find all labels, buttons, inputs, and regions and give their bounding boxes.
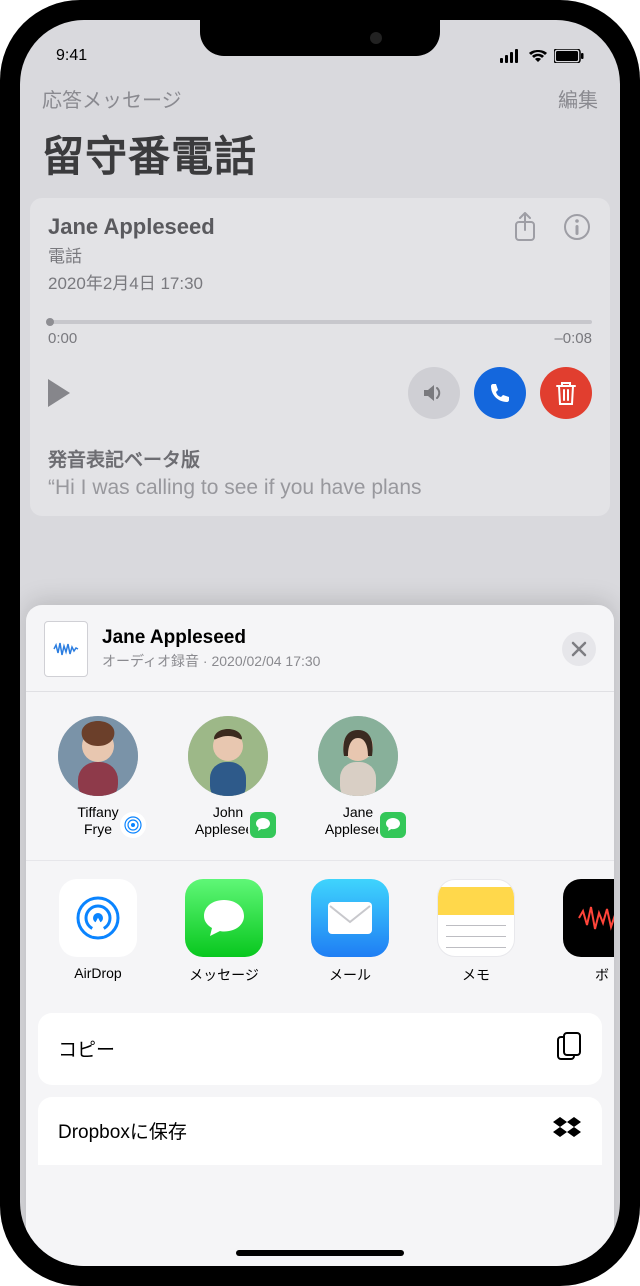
messages-badge-icon bbox=[248, 810, 278, 840]
page-title: 留守番電話 bbox=[20, 113, 620, 198]
nav-edit[interactable]: 編集 bbox=[558, 84, 598, 113]
messages-icon bbox=[185, 879, 263, 957]
notes-icon bbox=[437, 879, 515, 957]
playback-controls bbox=[48, 367, 592, 419]
share-sheet: Jane Appleseed オーディオ録音 · 2020/02/04 17:3… bbox=[26, 605, 614, 1266]
status-time: 9:41 bbox=[56, 47, 87, 65]
screen: 9:41 応答メッセージ 編集 留守番電話 bbox=[20, 20, 620, 1266]
progress-handle[interactable] bbox=[46, 318, 54, 326]
share-app-notes[interactable]: メモ bbox=[428, 879, 524, 985]
audio-file-icon bbox=[44, 621, 88, 677]
phone-inner: 9:41 応答メッセージ 編集 留守番電話 bbox=[20, 20, 620, 1266]
airdrop-icon bbox=[59, 879, 137, 957]
app-label: ボ bbox=[595, 965, 609, 985]
share-contact[interactable]: Jane Appleseed bbox=[310, 716, 406, 838]
share-header-text: Jane Appleseed オーディオ録音 · 2020/02/04 17:3… bbox=[102, 627, 320, 671]
avatar bbox=[318, 716, 398, 796]
share-actions: コピー Dropboxに保存 bbox=[38, 1013, 602, 1165]
delete-button[interactable] bbox=[540, 367, 592, 419]
nav-row: 応答メッセージ 編集 bbox=[20, 74, 620, 113]
nav-back[interactable]: 応答メッセージ bbox=[42, 84, 182, 113]
divider bbox=[26, 691, 614, 692]
share-contacts-row: Tiffany Frye John Appleseed bbox=[26, 704, 614, 850]
remaining-time: –0:08 bbox=[554, 330, 592, 347]
share-app-airdrop[interactable]: AirDrop bbox=[50, 879, 146, 985]
share-title: Jane Appleseed bbox=[102, 627, 320, 649]
share-header: Jane Appleseed オーディオ録音 · 2020/02/04 17:3… bbox=[26, 605, 614, 691]
messages-badge-icon bbox=[378, 810, 408, 840]
close-button[interactable] bbox=[562, 632, 596, 666]
status-icons bbox=[500, 49, 584, 63]
action-copy[interactable]: コピー bbox=[38, 1013, 602, 1085]
share-app-messages[interactable]: メッセージ bbox=[176, 879, 272, 985]
app-label: メッセージ bbox=[189, 965, 259, 985]
avatar bbox=[58, 716, 138, 796]
share-apps-row: AirDrop メッセージ メール bbox=[26, 860, 614, 999]
app-label: メモ bbox=[462, 965, 490, 985]
elapsed-time: 0:00 bbox=[48, 330, 77, 347]
playback-progress[interactable] bbox=[48, 320, 592, 324]
time-row: 0:00 –0:08 bbox=[48, 330, 592, 347]
phone-frame: 9:41 応答メッセージ 編集 留守番電話 bbox=[0, 0, 640, 1286]
notch bbox=[200, 20, 440, 56]
action-label: コピー bbox=[58, 1035, 115, 1062]
info-icon[interactable] bbox=[562, 212, 592, 242]
voicemail-datetime: 2020年2月4日 17:30 bbox=[48, 269, 592, 294]
action-label: Dropboxに保存 bbox=[58, 1117, 187, 1144]
speaker-button[interactable] bbox=[408, 367, 460, 419]
share-contact[interactable]: John Appleseed bbox=[180, 716, 276, 838]
share-app-voicememos[interactable]: ボ bbox=[554, 879, 614, 985]
callback-button[interactable] bbox=[474, 367, 526, 419]
app-label: AirDrop bbox=[74, 965, 121, 981]
voicemail-line: 電話 bbox=[48, 242, 592, 267]
avatar bbox=[188, 716, 268, 796]
airdrop-badge-icon bbox=[118, 810, 148, 840]
contact-name: Tiffany Frye bbox=[77, 804, 118, 838]
mail-icon bbox=[311, 879, 389, 957]
home-indicator[interactable] bbox=[236, 1250, 404, 1256]
voicememos-icon bbox=[563, 879, 614, 957]
wifi-icon bbox=[528, 49, 548, 63]
play-button[interactable] bbox=[48, 379, 70, 407]
voicemail-card: Jane Appleseed 電話 2020年2月4日 17:30 0:00 –… bbox=[30, 198, 610, 516]
share-app-mail[interactable]: メール bbox=[302, 879, 398, 985]
cellular-icon bbox=[500, 49, 522, 63]
transcript-text: “Hi I was calling to see if you have pla… bbox=[48, 476, 592, 500]
share-subtitle: オーディオ録音 · 2020/02/04 17:30 bbox=[102, 651, 320, 671]
share-icon[interactable] bbox=[510, 212, 540, 242]
app-label: メール bbox=[329, 965, 371, 985]
battery-icon bbox=[554, 49, 584, 63]
share-contact[interactable]: Tiffany Frye bbox=[50, 716, 146, 838]
transcript-label: 発音表記ベータ版 bbox=[48, 445, 592, 472]
action-dropbox[interactable]: Dropboxに保存 bbox=[38, 1097, 602, 1165]
copy-icon bbox=[556, 1031, 582, 1067]
dropbox-icon bbox=[552, 1115, 582, 1147]
